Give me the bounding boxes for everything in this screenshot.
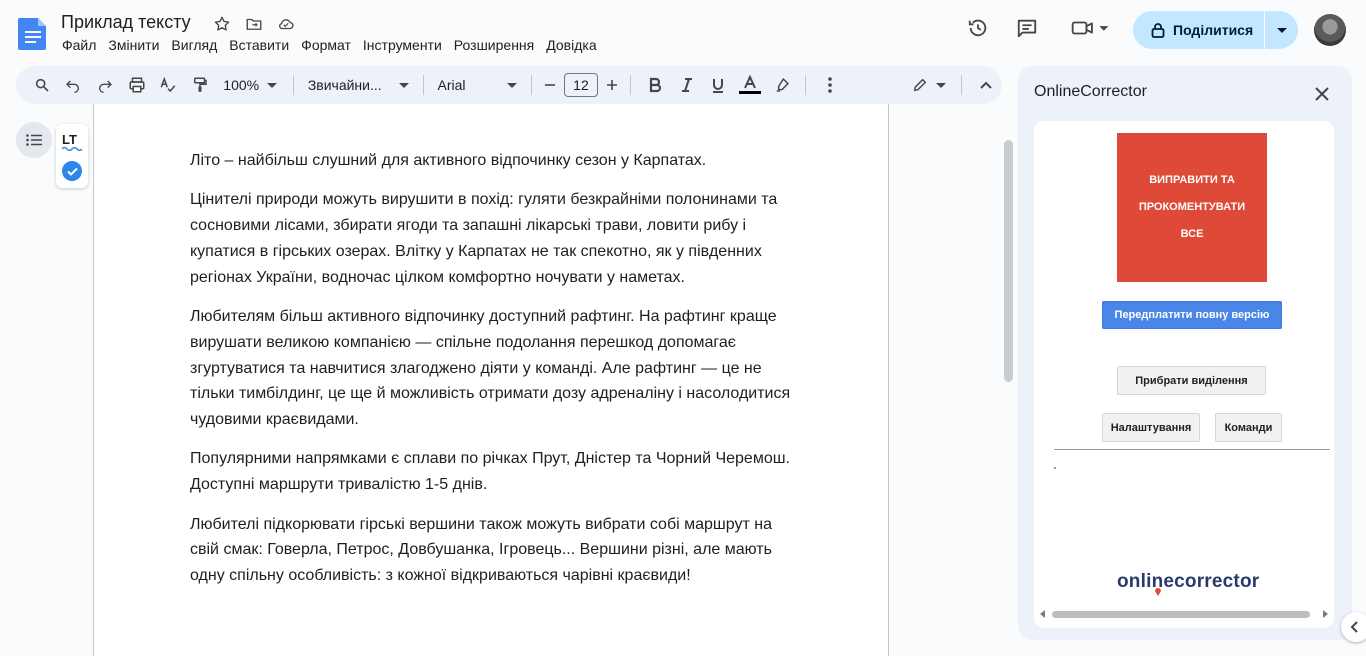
- fix-and-comment-all-button[interactable]: ВИПРАВИТИ ТА ПРОКОМЕНТУВАТИ ВСЕ: [1117, 133, 1267, 282]
- menu-file[interactable]: Файл: [56, 37, 102, 53]
- document-outline-button[interactable]: [16, 122, 52, 158]
- paragraph[interactable]: Любителі підкорювати гірські вершини так…: [190, 512, 800, 589]
- editing-mode-select[interactable]: [904, 71, 953, 99]
- menu-view[interactable]: Вигляд: [165, 37, 223, 53]
- move-folder-icon[interactable]: [244, 14, 264, 34]
- chevron-down-icon: [935, 82, 946, 88]
- cloud-saved-icon[interactable]: [276, 14, 296, 34]
- zoom-value: 100%: [223, 77, 260, 93]
- map-pin-icon: [1155, 588, 1161, 596]
- menu-bar: Файл Змінити Вигляд Вставити Формат Інст…: [56, 37, 603, 53]
- menu-format[interactable]: Формат: [295, 37, 357, 53]
- zoom-select[interactable]: 100%: [216, 71, 285, 99]
- toolbar-divider: [530, 75, 532, 95]
- search-menus-icon[interactable]: [26, 71, 58, 99]
- star-icon[interactable]: [212, 14, 232, 34]
- lock-icon: [1151, 23, 1165, 38]
- print-icon[interactable]: [121, 71, 153, 99]
- spellcheck-icon[interactable]: [152, 71, 184, 99]
- increase-font-size-icon[interactable]: [601, 71, 623, 99]
- divider: [1054, 449, 1330, 450]
- paragraph[interactable]: Цінителі природи можуть вирушити в похід…: [190, 187, 800, 290]
- side-panel-toggle[interactable]: [1341, 612, 1366, 642]
- menu-help[interactable]: Довідка: [540, 37, 602, 53]
- sidebar-title: OnlineCorrector: [1034, 83, 1147, 100]
- comments-icon[interactable]: [1015, 16, 1039, 40]
- toolbar-divider: [292, 75, 294, 95]
- scrollbar-thumb[interactable]: [1052, 611, 1310, 618]
- chevron-down-icon: [506, 82, 517, 88]
- menu-extensions[interactable]: Розширення: [448, 37, 540, 53]
- document-body[interactable]: Літо – найбільш слушний для активного ві…: [190, 148, 800, 602]
- paragraph[interactable]: Популярними напрямками є сплави по річка…: [190, 446, 800, 498]
- share-label: Поділитися: [1173, 22, 1254, 38]
- font-family-select[interactable]: Arial: [432, 71, 523, 99]
- document-title[interactable]: Приклад тексту: [61, 12, 191, 33]
- languagetool-logo: LT: [62, 132, 77, 147]
- languagetool-widget[interactable]: LT: [56, 124, 88, 188]
- share-button-group: Поділитися: [1133, 11, 1298, 49]
- redo-icon[interactable]: [89, 71, 121, 99]
- document-scrollbar[interactable]: [1004, 140, 1013, 382]
- scroll-left-icon[interactable]: [1040, 610, 1045, 618]
- share-button[interactable]: Поділитися: [1133, 11, 1264, 49]
- chevron-left-icon: [1350, 621, 1358, 633]
- header: Приклад тексту Файл Змінити Вигляд Встав…: [0, 0, 1366, 64]
- results-area: [1054, 467, 1056, 469]
- document-page[interactable]: Літо – найбільш слушний для активного ві…: [93, 104, 889, 656]
- chevron-up-icon[interactable]: [970, 71, 1002, 99]
- underline-icon[interactable]: [703, 71, 735, 99]
- list-icon: [26, 134, 42, 146]
- avatar[interactable]: [1314, 14, 1346, 46]
- settings-button[interactable]: Налаштування: [1102, 413, 1200, 442]
- history-icon[interactable]: [966, 16, 990, 40]
- menu-tools[interactable]: Інструменти: [357, 37, 448, 53]
- highlight-color-icon[interactable]: [766, 71, 798, 99]
- close-icon[interactable]: [1310, 82, 1334, 106]
- toolbar-divider: [805, 75, 807, 95]
- toolbar-divider: [630, 75, 632, 95]
- paragraph[interactable]: Любителям більш активного відпочинку дос…: [190, 304, 800, 433]
- subscribe-full-version-button[interactable]: Передплатити повну версію: [1102, 301, 1282, 329]
- undo-icon[interactable]: [58, 71, 90, 99]
- horizontal-scrollbar[interactable]: [1038, 607, 1330, 621]
- toolbar-divider: [961, 75, 963, 95]
- fix-all-label: ВИПРАВИТИ ТА ПРОКОМЕНТУВАТИ ВСЕ: [1138, 174, 1246, 240]
- font-size-field[interactable]: 12: [561, 71, 601, 99]
- toolbar: 100% Звичайни... Arial 12: [16, 66, 1002, 104]
- wavy-underline-icon: [62, 146, 82, 151]
- italic-icon[interactable]: [671, 71, 703, 99]
- bold-icon[interactable]: [639, 71, 671, 99]
- chevron-down-icon: [267, 82, 278, 88]
- onlinecorrector-sidebar: OnlineCorrector ВИПРАВИТИ ТА ПРОКОМЕНТУВ…: [1018, 66, 1352, 640]
- decrease-font-size-icon[interactable]: [540, 71, 562, 99]
- sidebar-content: ВИПРАВИТИ ТА ПРОКОМЕНТУВАТИ ВСЕ Передпла…: [1034, 121, 1334, 628]
- more-options-icon[interactable]: [814, 71, 846, 99]
- chevron-down-icon: [1276, 27, 1287, 33]
- chevron-down-icon: [398, 82, 409, 88]
- menu-insert[interactable]: Вставити: [223, 37, 295, 53]
- paint-format-icon[interactable]: [184, 71, 216, 99]
- scroll-right-icon[interactable]: [1323, 610, 1328, 618]
- paragraph-style-value: Звичайни...: [307, 77, 382, 93]
- check-icon: [62, 161, 82, 181]
- text-color-icon[interactable]: [734, 71, 766, 99]
- docs-logo-icon[interactable]: [18, 16, 48, 50]
- share-options-button[interactable]: [1265, 11, 1298, 49]
- paragraph-style-select[interactable]: Звичайни...: [302, 71, 415, 99]
- meet-video-icon[interactable]: [1069, 16, 1113, 40]
- toolbar-divider: [422, 75, 424, 95]
- onlinecorrector-logo: onlinecorrector: [1117, 571, 1260, 592]
- google-docs-window: Приклад тексту Файл Змінити Вигляд Встав…: [0, 0, 1366, 656]
- font-family-value: Arial: [437, 77, 466, 93]
- commands-button[interactable]: Команди: [1215, 413, 1282, 442]
- clear-highlight-button[interactable]: Прибрати виділення: [1117, 366, 1266, 395]
- font-size-value: 12: [563, 73, 598, 97]
- pencil-icon: [913, 78, 926, 92]
- menu-edit[interactable]: Змінити: [102, 37, 165, 53]
- paragraph[interactable]: Літо – найбільш слушний для активного ві…: [190, 148, 800, 174]
